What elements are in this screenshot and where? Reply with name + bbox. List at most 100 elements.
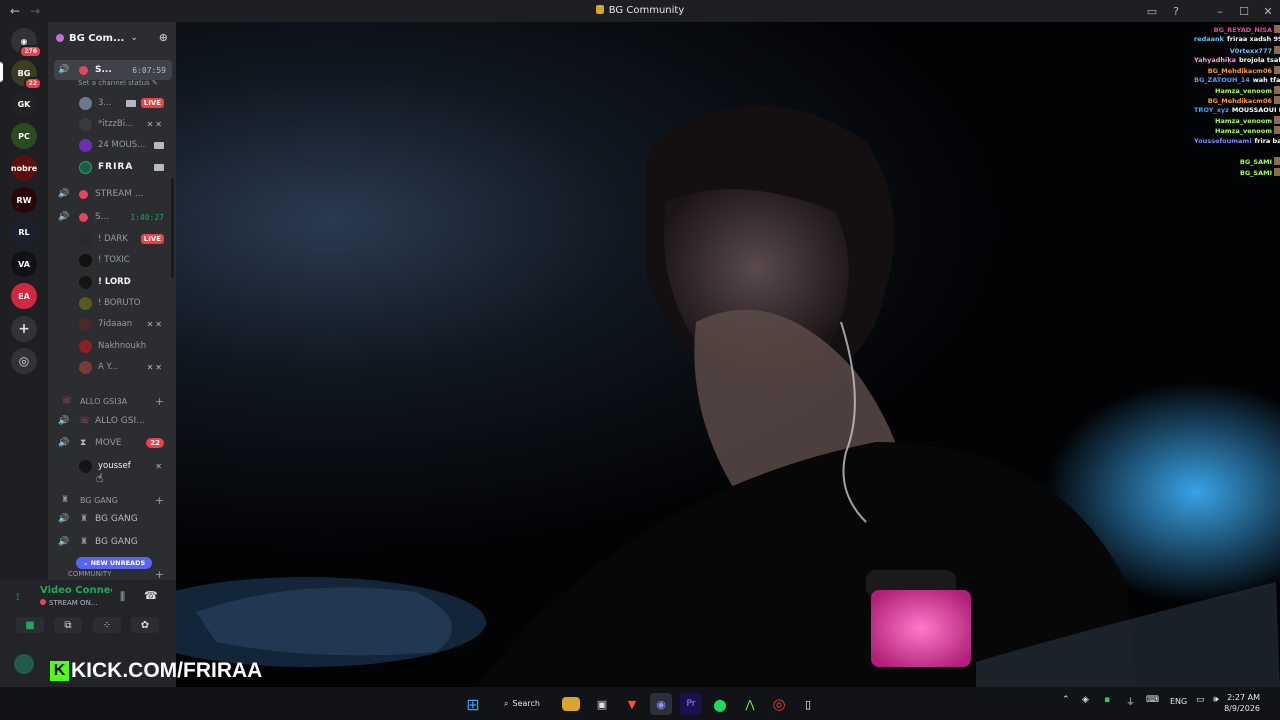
volume-icon[interactable]: 🕪 — [1213, 695, 1219, 705]
screen-share-button[interactable]: ⧉ — [54, 617, 82, 633]
guild-header[interactable]: BG Com... ⌄ ⊕ — [48, 22, 176, 54]
chat-username: redaank — [1194, 35, 1224, 43]
new-unreads-button[interactable]: ⌄ NEW UNREADS — [76, 557, 152, 569]
server-icon[interactable]: PC — [11, 123, 37, 149]
server-icon[interactable]: nobre — [11, 155, 37, 181]
app-icon[interactable]: ⋀ — [739, 693, 761, 715]
server-icon[interactable]: GK — [11, 91, 37, 117]
voice-channel[interactable]: 🔊 ♜ BG GANG — [48, 509, 176, 529]
keyboard-icon[interactable]: ⌨ — [1146, 695, 1159, 705]
chrome-icon[interactable]: ◎ — [768, 693, 790, 715]
voice-user[interactable]: 3... LIVE — [48, 93, 176, 113]
system-clock[interactable]: 2:27 AM 8/9/2026 — [1224, 692, 1260, 714]
tray-app-icon[interactable]: ▪ — [1104, 695, 1110, 705]
robot-icon: ♜ — [80, 514, 89, 524]
chat-username: TROY_xyz — [1194, 106, 1229, 114]
signal-icon[interactable]: ⟟ — [16, 592, 20, 603]
kick-url: KICK.COM/FRIRAA — [71, 659, 263, 682]
activities-button[interactable]: ⁘ — [93, 617, 121, 633]
stream-video[interactable]: BG_REYAD_NISAredaankfriraa xadsh 999 V0rt… — [176, 22, 1280, 687]
add-server-icon[interactable]: + — [11, 316, 37, 342]
server-icon[interactable]: VA — [11, 251, 37, 277]
spotify-icon[interactable]: ● — [709, 693, 731, 715]
scrollbar[interactable] — [171, 178, 174, 278]
taskbar-search[interactable]: ⌕ Search — [492, 692, 552, 715]
category-bg-gang[interactable]: ♜ BG GANG + — [48, 492, 176, 508]
speaker-icon: 🔊 — [58, 212, 70, 222]
voice-channel[interactable]: 🔊 S... 1:40:27 — [48, 207, 176, 227]
voice-user[interactable]: 7idaaan ✕✕ — [48, 314, 176, 334]
voice-user[interactable]: Nakhnoukh — [48, 336, 176, 356]
live-badge: LIVE — [140, 98, 164, 108]
chat-username: BG_Mehdikacm06 — [1207, 97, 1272, 105]
emote-icon — [1274, 46, 1280, 54]
voice-status-subtitle[interactable]: STREAM ON... — [40, 599, 97, 607]
network-icon[interactable]: ▭ — [1196, 695, 1205, 705]
disconnect-icon[interactable]: ☎ — [144, 589, 158, 602]
brave-browser-icon[interactable]: ▼ — [621, 693, 643, 715]
chat-username: Hamza_venoom — [1215, 127, 1272, 135]
chat-message: Youssefoumamifrira baghi roles f dic ana… — [1194, 137, 1280, 145]
category-allo[interactable]: ☏ ALLO GSI3A + — [48, 393, 176, 409]
voice-channel-move[interactable]: 🔊 ⧗ MOVE 22 — [48, 433, 176, 453]
voice-user[interactable]: ! TOXIC — [48, 250, 176, 270]
inbox-icon[interactable]: ▭ — [1140, 0, 1164, 22]
channel-status-hint[interactable]: Set a channel status ✎ — [78, 79, 158, 87]
chat-message: Hamza_venoom — [1194, 116, 1280, 125]
add-channel-icon[interactable]: + — [155, 494, 164, 507]
voice-user[interactable]: ! BORUTO — [48, 293, 176, 313]
premiere-pro-icon[interactable]: Pr — [680, 693, 702, 715]
voice-user[interactable]: A Y... ✕✕ — [48, 357, 176, 377]
server-icon[interactable]: RL — [11, 219, 37, 245]
server-icon[interactable]: RW — [11, 187, 37, 213]
speaker-icon: 🔊 — [58, 438, 70, 448]
voice-channel[interactable]: 🔊 STREAM ... — [48, 184, 176, 204]
windows-taskbar: ⊞ ⌕ Search ▣ ▼ ◉ Pr ● ⋀ ◎ ▯ ⌃ ◈ ▪ ⏚ ⌨ ENG… — [0, 687, 1280, 720]
maximize-button[interactable]: ☐ — [1232, 0, 1256, 22]
guild-name: BG Com... — [69, 32, 125, 44]
language-indicator[interactable]: ENG — [1170, 697, 1187, 706]
invite-icon[interactable]: ⊕ — [159, 31, 168, 44]
chat-message: BG_SAMI — [1194, 168, 1280, 177]
chat-text: frira baghi roles f dic ana f move — [1254, 137, 1280, 145]
voice-user[interactable]: ! DARK LIVE — [48, 229, 176, 249]
voice-channel-selected[interactable]: 🔊 S... 6:07:59 — [54, 60, 172, 80]
guild-icon — [56, 34, 64, 42]
add-channel-icon[interactable]: + — [155, 395, 164, 408]
microphone-icon[interactable]: ⏚ — [1126, 695, 1135, 708]
soundboard-button[interactable]: ✿ — [131, 617, 159, 633]
chevron-up-icon[interactable]: ⌃ — [1062, 695, 1070, 705]
server-icon[interactable]: EA — [11, 283, 37, 309]
minimize-button[interactable]: – — [1208, 0, 1232, 22]
chat-username: BG_SAMI — [1239, 169, 1272, 177]
close-button[interactable]: ✕ — [1256, 0, 1280, 22]
server-icon[interactable]: BG 22 — [11, 60, 42, 90]
chat-message: TROY_xyzMOUSSAOUI HIED TBON MHA CAMERA A… — [1194, 106, 1280, 114]
noise-suppression-icon[interactable]: ⫼ — [120, 590, 125, 604]
avatar — [79, 117, 92, 131]
voice-user[interactable]: FRIRA — [48, 157, 176, 177]
voice-channel[interactable]: 🔊 ☏ ALLO GSI... — [48, 411, 176, 431]
voice-channel[interactable]: 🔊 ♜ BG GANG — [48, 532, 176, 552]
app-icon[interactable]: ▣ — [591, 693, 613, 715]
voice-user[interactable]: ! LORD — [48, 272, 176, 292]
windows-start-icon[interactable]: ⊞ — [462, 693, 484, 715]
tray-app-icon[interactable]: ◈ — [1082, 695, 1089, 705]
voice-status-title[interactable]: Video Connected — [40, 585, 112, 596]
emote-icon — [1274, 66, 1280, 74]
camera-icon — [154, 141, 164, 149]
voice-user[interactable]: 24 MOUS... — [48, 135, 176, 155]
kick-banner: K KICK.COM/FRIRAA — [50, 658, 262, 684]
discord-home-icon[interactable]: ◉ 276 — [11, 28, 42, 58]
add-channel-icon[interactable]: + — [155, 568, 164, 581]
voice-user[interactable]: *itzzBi... ✕✕ — [48, 114, 176, 134]
help-icon[interactable]: ? — [1164, 0, 1188, 22]
voice-user[interactable]: youssef ✕ — [48, 456, 176, 476]
chat-text: brojola tsafira m9awdaaa — [1238, 56, 1280, 64]
avatar[interactable] — [14, 654, 34, 674]
notepad-icon[interactable]: ▯ — [797, 693, 819, 715]
explore-icon[interactable]: ◎ — [11, 348, 37, 374]
camera-button[interactable]: ■ — [16, 617, 44, 633]
file-explorer-icon[interactable] — [562, 697, 580, 711]
discord-icon[interactable]: ◉ — [650, 693, 672, 715]
